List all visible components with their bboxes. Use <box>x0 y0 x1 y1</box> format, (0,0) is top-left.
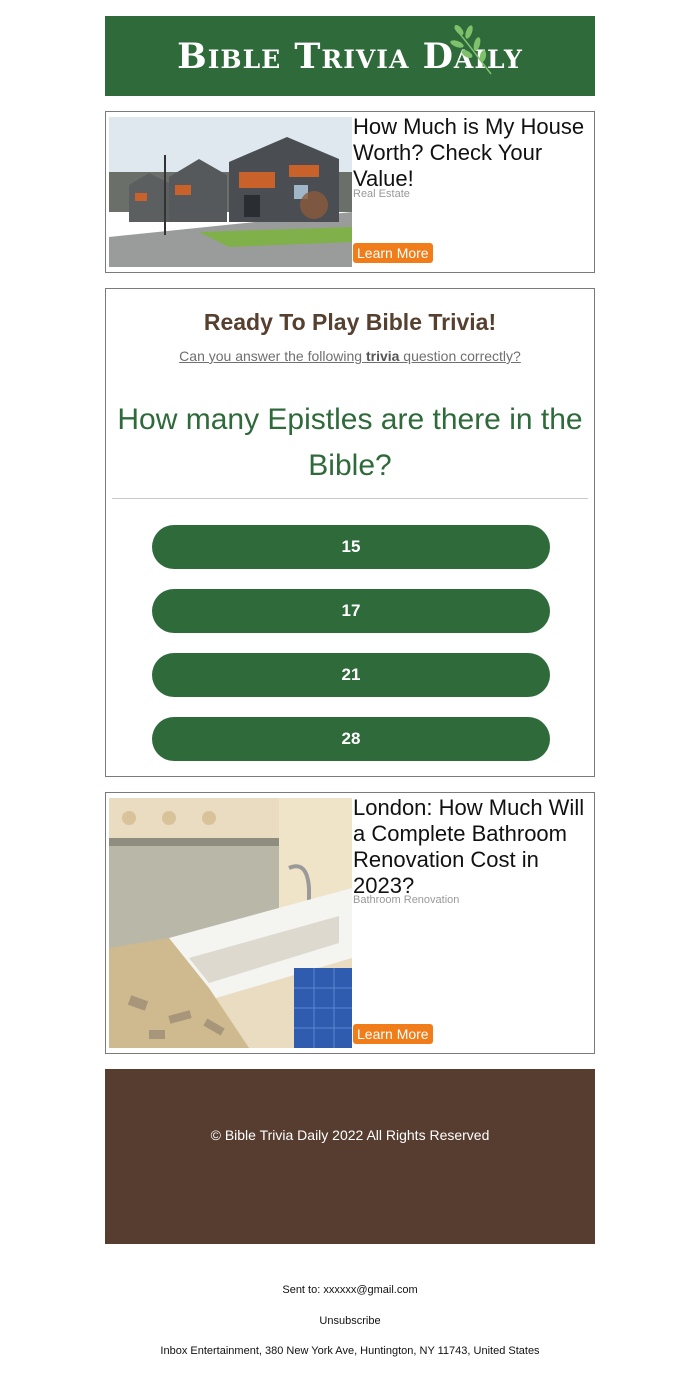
sent-to-label: Sent to: <box>282 1284 324 1296</box>
answer-button-4[interactable]: 28 <box>152 717 550 761</box>
sent-to-line: Sent to: xxxxxx@gmail.com <box>0 1284 700 1296</box>
sender-address: Inbox Entertainment, 380 New York Ave, H… <box>160 1345 540 1357</box>
ad-title[interactable]: How Much is My House Worth? Check Your V… <box>353 114 588 192</box>
footer: © Bible Trivia Daily 2022 All Rights Res… <box>105 1069 595 1244</box>
answer-button-2[interactable]: 17 <box>152 589 550 633</box>
copyright-text: © Bible Trivia Daily 2022 All Rights Res… <box>210 1127 490 1143</box>
learn-more-button[interactable]: Learn More <box>353 243 433 263</box>
ad-category: Real Estate <box>353 188 410 200</box>
header-banner: Bible Trivia Daily <box>105 16 595 96</box>
answer-button-1[interactable]: 15 <box>152 525 550 569</box>
subtitle-post: question correctly? <box>399 348 521 364</box>
ad-card-real-estate[interactable]: How Much is My House Worth? Check Your V… <box>105 111 595 273</box>
ad-category: Bathroom Renovation <box>353 894 460 906</box>
olive-branch-icon <box>450 25 492 75</box>
bathroom-photo[interactable] <box>109 798 352 1048</box>
subtitle-bold: trivia <box>365 348 400 364</box>
house-photo[interactable] <box>109 117 352 267</box>
ad-card-bathroom[interactable]: London: How Much Will a Complete Bathroo… <box>105 792 595 1054</box>
subtitle-pre: Can you answer the following <box>179 348 366 364</box>
divider <box>112 498 588 499</box>
answer-button-3[interactable]: 21 <box>152 653 550 697</box>
trivia-card: Ready To Play Bible Trivia! Can you answ… <box>105 288 595 777</box>
learn-more-button[interactable]: Learn More <box>353 1024 433 1044</box>
ad-title[interactable]: London: How Much Will a Complete Bathroo… <box>353 795 588 899</box>
unsubscribe-row: Unsubscribe <box>0 1315 700 1327</box>
trivia-heading: Ready To Play Bible Trivia! <box>203 309 497 335</box>
trivia-question: How many Epistles are there in the Bible… <box>117 403 583 482</box>
recipient-email-link[interactable]: xxxxxx@gmail.com <box>323 1284 417 1296</box>
trivia-subtitle[interactable]: Can you answer the following trivia ques… <box>106 348 594 364</box>
unsubscribe-link[interactable]: Unsubscribe <box>319 1315 380 1327</box>
